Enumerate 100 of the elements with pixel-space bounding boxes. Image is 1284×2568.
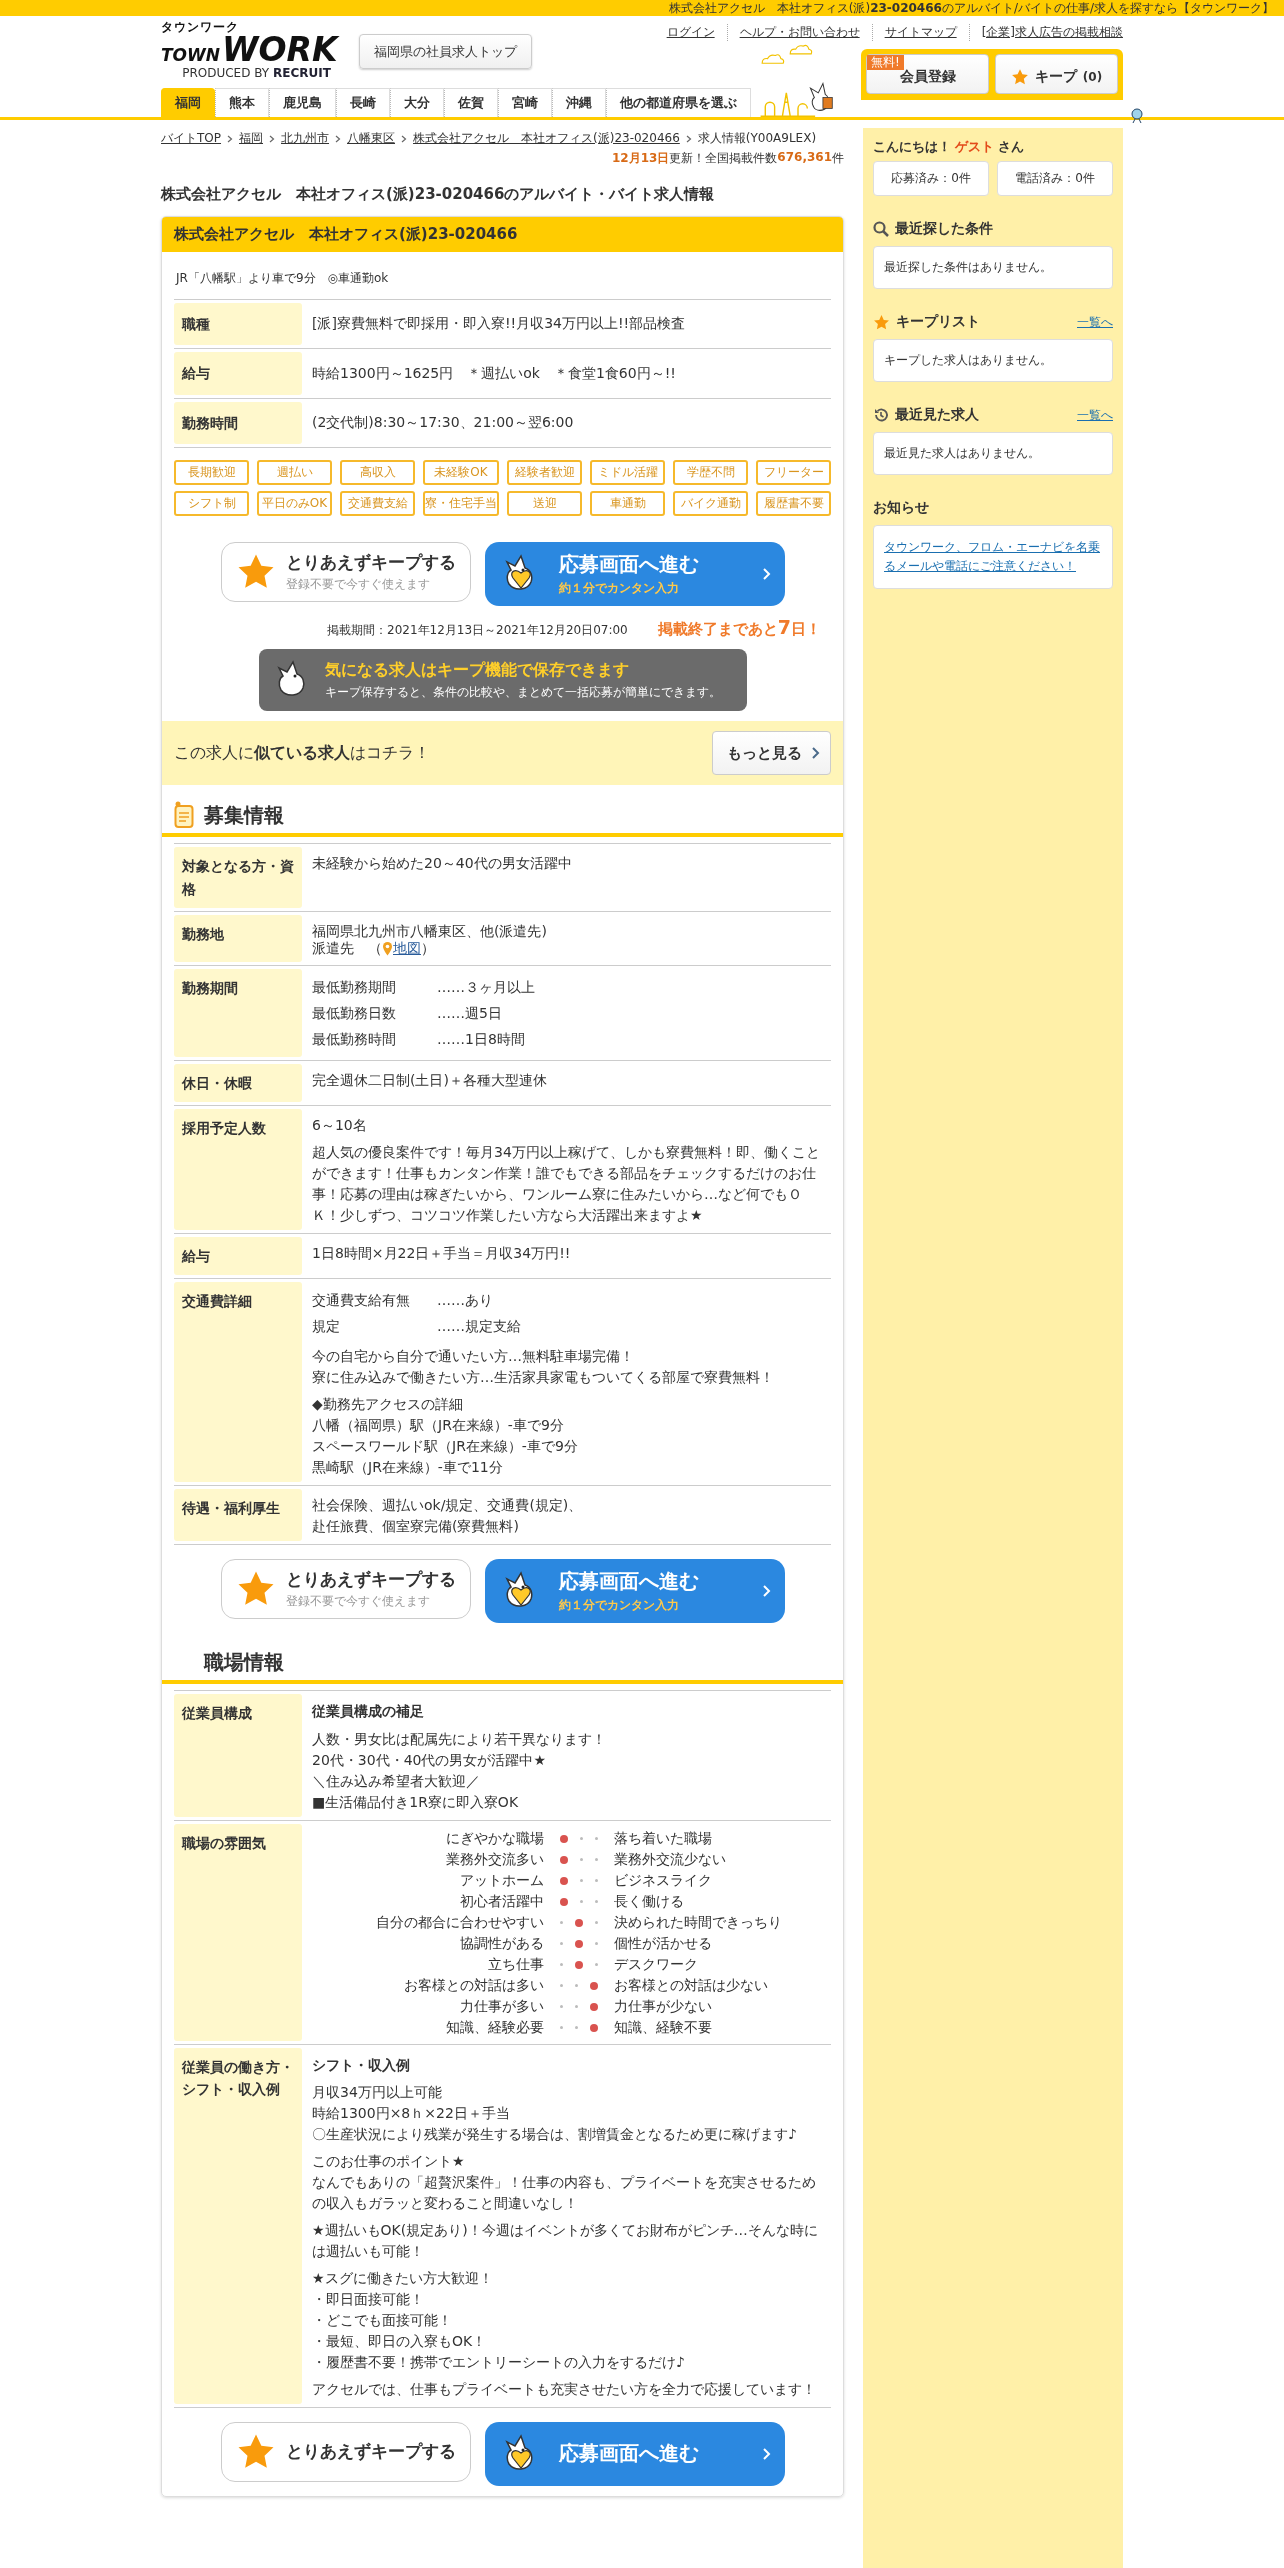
- detail-key: 最低勤務時間: [312, 1026, 437, 1053]
- feature-tag: 週払い: [257, 460, 332, 486]
- detail-text: ★スグに働きたい方大歓迎！ ・即日面接可能！ ・どこでも面接可能！ ・最短、即日の入寮もOK！ ・履歴書不要！携帯でエントリーシートの入力をするだけ♪: [312, 2268, 686, 2372]
- prefecture-tab[interactable]: 長崎: [336, 88, 390, 117]
- scale-right-label: 力仕事が少ない: [614, 1997, 713, 2016]
- section-title: 職場情報: [202, 1649, 284, 1677]
- update-text: 更新！全国掲載件数: [669, 150, 778, 167]
- see-more-button[interactable]: もっと見る: [712, 731, 831, 776]
- header-link[interactable]: [企業]求人広告の掲載相談: [968, 24, 1123, 41]
- chevron-icon: [762, 1585, 771, 1598]
- page-tagline: 株式会社アクセル 本社オフィス(派)23-020466のアルバイト/バイトの仕事/求人を探すなら【タウンワーク】: [668, 0, 1274, 16]
- breadcrumb-separator-icon: [269, 134, 275, 143]
- breadcrumb-link[interactable]: 株式会社アクセル 本社オフィス(派)23-020466: [413, 130, 680, 147]
- detail-text: ★週払いもOK(規定あり)！今週はイベントが多くてお財布がピンチ…そんな時には週払いも可能！: [312, 2220, 819, 2261]
- listing-period: 掲載期間：2021年12月13日～2021年12月20日07:00: [327, 622, 628, 640]
- breadcrumb-link[interactable]: バイトTOP: [161, 130, 221, 147]
- company-name: 株式会社アクセル 本社オフィス(派)23-020466: [162, 217, 843, 252]
- listing-count: 676,361: [777, 150, 832, 166]
- row-label: 給与: [174, 1237, 302, 1276]
- access-text: JR「八幡駅」より車で9分 ◎車通勤ok: [174, 252, 831, 300]
- keep-button[interactable]: とりあえずキープする 登録不要で今すぐ使えます: [220, 1559, 471, 1620]
- scale-right-label: 落ち着いた職場: [614, 1829, 713, 1848]
- scale-right-label: お客様との対話は少ない: [614, 1976, 769, 1995]
- breadcrumb-separator-icon: [335, 134, 341, 143]
- view-all-link[interactable]: 一覧へ: [1077, 313, 1113, 331]
- row-label: 給与: [174, 352, 302, 395]
- empty-message: 最近見た求人はありません。: [873, 432, 1113, 475]
- prefecture-tab[interactable]: 大分: [390, 88, 444, 117]
- scale-left-label: 協調性がある: [459, 1934, 544, 1953]
- row-label: 休日・休暇: [174, 1063, 302, 1102]
- feature-tag: 未経験OK: [423, 460, 499, 486]
- keep-list-button[interactable]: キープ (0): [995, 54, 1118, 94]
- notice-link[interactable]: タウンワーク、フロム・エーナビを名乗るメールや電話にご注意ください！: [884, 538, 1102, 577]
- view-all-link[interactable]: 一覧へ: [1077, 406, 1113, 424]
- keep-button[interactable]: とりあえずキープする: [220, 2421, 471, 2482]
- breadcrumb-link[interactable]: 福岡: [239, 130, 263, 147]
- scale-left-label: 自分の都合に合わせやすい: [375, 1913, 544, 1932]
- remaining-days: 掲載終了まであと 7日！: [657, 616, 821, 640]
- scale-left-label: 力仕事が多い: [459, 1997, 544, 2016]
- search-icon: [873, 221, 889, 237]
- scale-right-label: ビジネスライク: [614, 1871, 713, 1890]
- bird-icon: [1129, 108, 1145, 124]
- scale-right-label: 長く働ける: [614, 1892, 685, 1911]
- keep-button[interactable]: とりあえずキープする 登録不要で今すぐ使えます: [220, 542, 471, 603]
- star-icon: [1010, 67, 1029, 86]
- feature-tag: 高収入: [340, 460, 415, 486]
- detail-text: 6～10名: [312, 1116, 368, 1135]
- feature-tag: 学歴不問: [673, 460, 748, 486]
- status-counter: 応募済み：0件: [873, 161, 989, 196]
- townwork-logo[interactable]: タウンワーク TOWN WORK PRODUCED BY RECRUIT: [161, 16, 341, 80]
- row-label: 交通費詳細: [174, 1282, 302, 1483]
- breadcrumb-link[interactable]: 北九州市: [281, 130, 329, 147]
- detail-value: ……規定支給: [437, 1317, 521, 1337]
- employee-jobs-button[interactable]: 福岡県の社員求人トップ: [359, 34, 532, 69]
- feature-tag: 車通勤: [590, 491, 665, 517]
- greeting-text: こんにちは！: [873, 138, 951, 156]
- feature-tag: フリーター: [756, 460, 831, 486]
- feature-tag: 平日のみOK: [257, 491, 332, 517]
- row-label: 勤務期間: [174, 968, 302, 1057]
- feature-tag: 経験者歓迎: [507, 460, 582, 486]
- row-label: 対象となる方・資格: [174, 847, 302, 908]
- prefecture-tab[interactable]: 福岡: [161, 88, 215, 117]
- detail-text: 1日8時間×月22日＋手当＝月収34万円!!: [312, 1244, 572, 1263]
- detail-text: 完全週休二日制(土日)＋各種大型連休: [312, 1070, 548, 1090]
- row-label: 従業員構成: [174, 1694, 302, 1817]
- header-link[interactable]: ヘルプ・お問い合わせ: [726, 24, 872, 41]
- header-link[interactable]: サイトマップ: [871, 24, 969, 41]
- prefecture-tab[interactable]: 宮崎: [498, 88, 552, 117]
- breadcrumb-link[interactable]: 八幡東区: [347, 130, 395, 147]
- prefecture-tab[interactable]: 沖縄: [552, 88, 606, 117]
- prefecture-tab[interactable]: 熊本: [215, 88, 269, 117]
- user-name: ゲスト: [955, 138, 994, 156]
- feature-tag: ミドル活躍: [590, 460, 665, 486]
- scale-left-label: 知識、経験必要: [445, 2018, 544, 2037]
- breadcrumb-separator-icon: [685, 134, 692, 143]
- feature-tag: 寮・住宅手当: [423, 491, 499, 517]
- prefecture-tab[interactable]: 鹿児島: [269, 88, 336, 117]
- detail-heading: シフト・収入例: [312, 2055, 411, 2075]
- panel-title: 最近見た求人: [895, 406, 979, 424]
- feature-tag: シフト制: [174, 491, 249, 517]
- detail-text: ）: [421, 939, 435, 958]
- panel-title: 最近探した条件: [895, 220, 993, 238]
- greeting-text: さん: [998, 138, 1024, 156]
- map-link[interactable]: 地図: [393, 939, 421, 958]
- row-label: 職種: [174, 303, 302, 346]
- scale-right-label: 決められた時間できっちり: [614, 1913, 783, 1932]
- prefecture-tab[interactable]: 他の都道府県を選ぶ: [606, 88, 751, 117]
- section-title: 募集情報: [204, 801, 284, 829]
- apply-button[interactable]: 応募画面へ進む 約１分でカンタン入力: [484, 1559, 785, 1624]
- feature-tag: 交通費支給: [340, 491, 415, 517]
- apply-button[interactable]: 応募画面へ進む: [484, 2421, 785, 2486]
- apply-button[interactable]: 応募画面へ進む 約１分でカンタン入力: [484, 542, 785, 607]
- header-link[interactable]: ログイン: [654, 24, 727, 41]
- scale-left-label: 業務外交流多い: [445, 1850, 544, 1869]
- detail-text: 派遣先 （: [312, 939, 382, 958]
- breadcrumb-separator-icon: [401, 134, 407, 143]
- star-icon: [873, 313, 890, 331]
- row-label: 勤務時間: [174, 401, 302, 445]
- prefecture-tab[interactable]: 佐賀: [444, 88, 498, 117]
- member-register-button[interactable]: 無料! 会員登録: [866, 54, 989, 94]
